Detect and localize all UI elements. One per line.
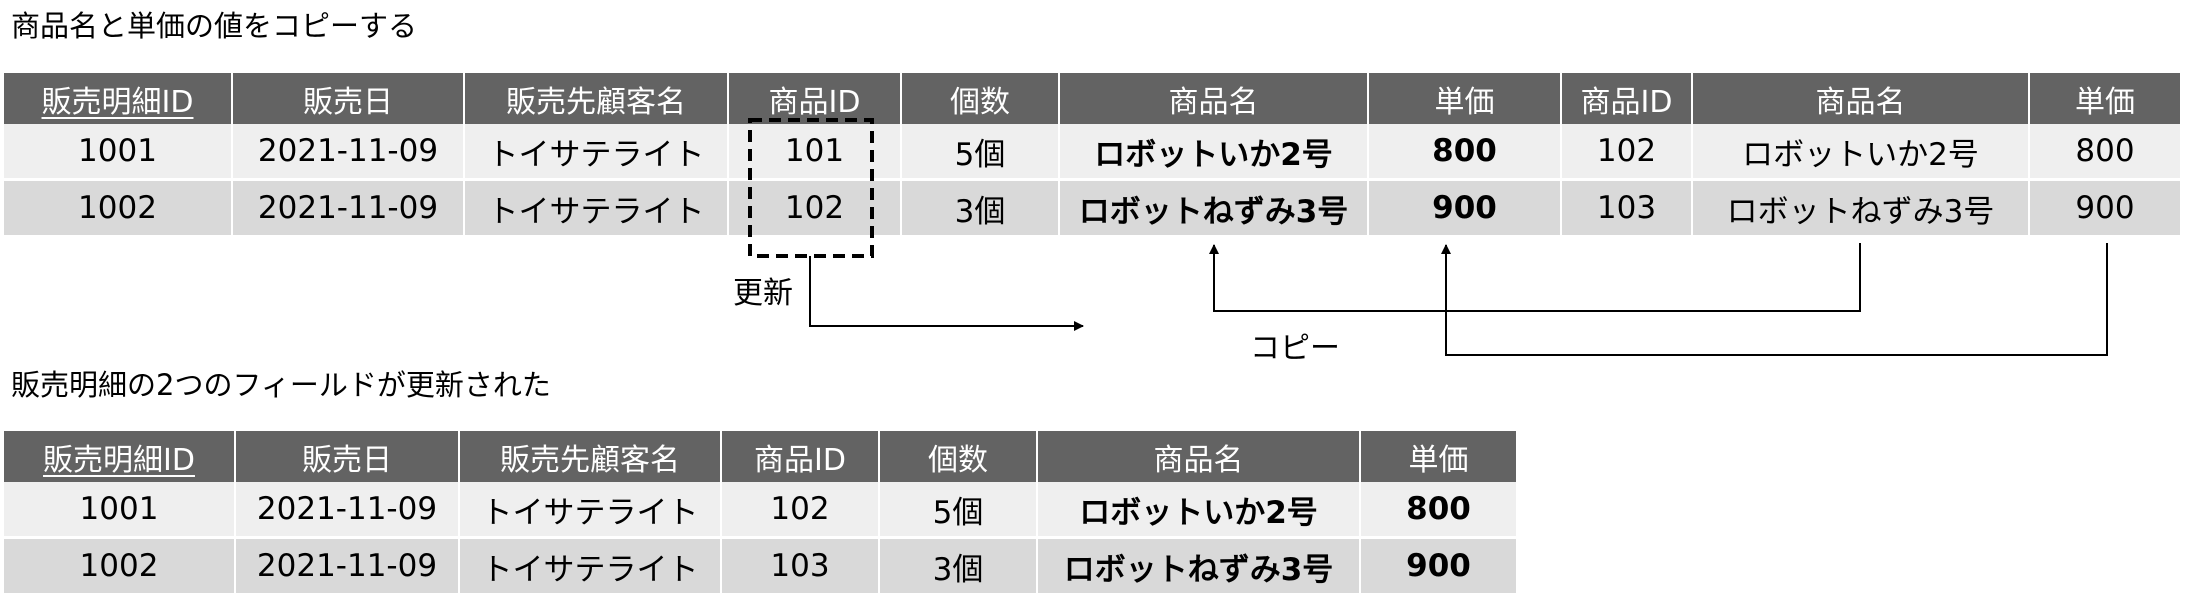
copy-arrow-name — [1209, 243, 1861, 312]
arrows-overlay — [748, 118, 2108, 356]
update-arrow — [809, 256, 1084, 331]
copy-arrow-price — [1441, 243, 2108, 356]
highlight-box — [748, 118, 874, 258]
